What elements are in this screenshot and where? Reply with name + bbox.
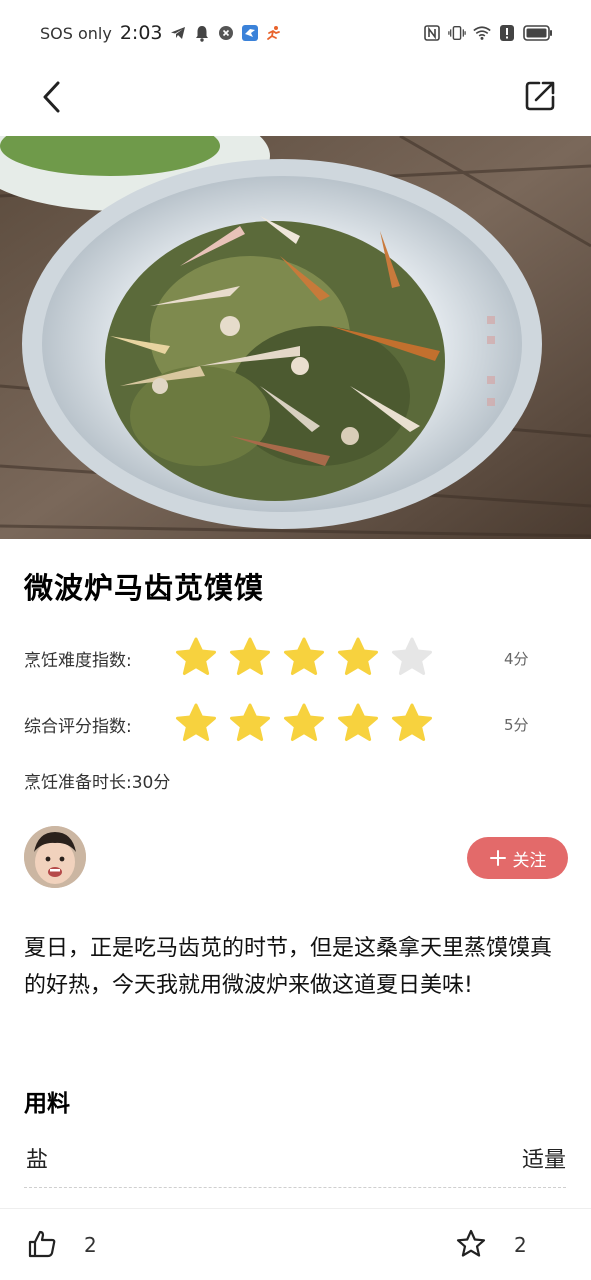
difficulty-label: 烹饪难度指数: — [24, 650, 132, 671]
star-filled-icon — [176, 703, 216, 741]
status-bar: SOS only 2:03 — [0, 0, 591, 66]
bird-app-icon — [241, 24, 259, 42]
star-outline-icon[interactable] — [455, 1228, 487, 1260]
like-count: 2 — [84, 1233, 97, 1257]
nfc-icon — [423, 24, 441, 42]
running-app-icon — [265, 24, 283, 42]
author-row: 关注 — [24, 826, 568, 890]
plus-icon — [489, 850, 506, 866]
favorite-count: 2 — [514, 1233, 527, 1257]
overall-label: 综合评分指数: — [24, 716, 132, 737]
wifi-icon — [473, 24, 491, 42]
overall-score: 5分 — [504, 715, 529, 734]
star-filled-icon — [284, 703, 324, 741]
prep-time: 烹饪准备时长:30分 — [24, 773, 171, 793]
ingredients-title: 用料 — [24, 1091, 70, 1117]
ingredient-row: 盐 适量 — [24, 1136, 566, 1188]
battery-icon — [523, 24, 553, 42]
recipe-description: 夏日，正是吃马齿苋的时节，但是这桑拿天里蒸馍馍真的好热，今天我就用微波炉来做这道… — [24, 936, 553, 998]
clock: 2:03 — [119, 22, 163, 44]
vibrate-icon — [448, 24, 466, 42]
bottom-action-bar: 2 2 — [0, 1208, 591, 1280]
shield-x-icon — [217, 24, 235, 42]
follow-button[interactable]: 关注 — [467, 837, 568, 879]
bell-icon — [193, 24, 211, 42]
recipe-title: 微波炉马齿苋馍馍 — [24, 571, 265, 605]
thumbs-up-icon[interactable] — [27, 1229, 57, 1259]
star-filled-icon — [230, 637, 270, 675]
ingredient-amount: 适量 — [521, 1148, 566, 1173]
star-filled-icon — [176, 637, 216, 675]
overall-stars — [174, 699, 434, 749]
follow-label: 关注 — [512, 850, 547, 871]
star-filled-icon — [392, 703, 432, 741]
difficulty-rating-row: 烹饪难度指数: 4分 — [24, 633, 566, 683]
top-nav-bar — [0, 66, 591, 136]
overall-rating-row: 综合评分指数: 5分 — [24, 699, 566, 749]
difficulty-stars — [174, 633, 434, 683]
share-external-icon[interactable] — [522, 78, 558, 114]
star-filled-icon — [284, 637, 324, 675]
telegram-icon — [169, 24, 187, 42]
carrier-text: SOS only — [40, 23, 112, 43]
chevron-left-icon[interactable] — [34, 80, 68, 114]
recipe-content: 微波炉马齿苋馍馍 烹饪难度指数: 4分 综合评分指数: 5分 烹饪准备时长:30… — [24, 566, 568, 1188]
difficulty-score: 4分 — [504, 649, 529, 668]
alert-icon — [498, 24, 516, 42]
avatar[interactable] — [24, 826, 86, 888]
recipe-hero-image — [0, 136, 591, 539]
star-empty-icon — [392, 637, 432, 675]
star-filled-icon — [338, 703, 378, 741]
star-filled-icon — [230, 703, 270, 741]
ingredient-name: 盐 — [26, 1148, 49, 1173]
star-filled-icon — [338, 637, 378, 675]
